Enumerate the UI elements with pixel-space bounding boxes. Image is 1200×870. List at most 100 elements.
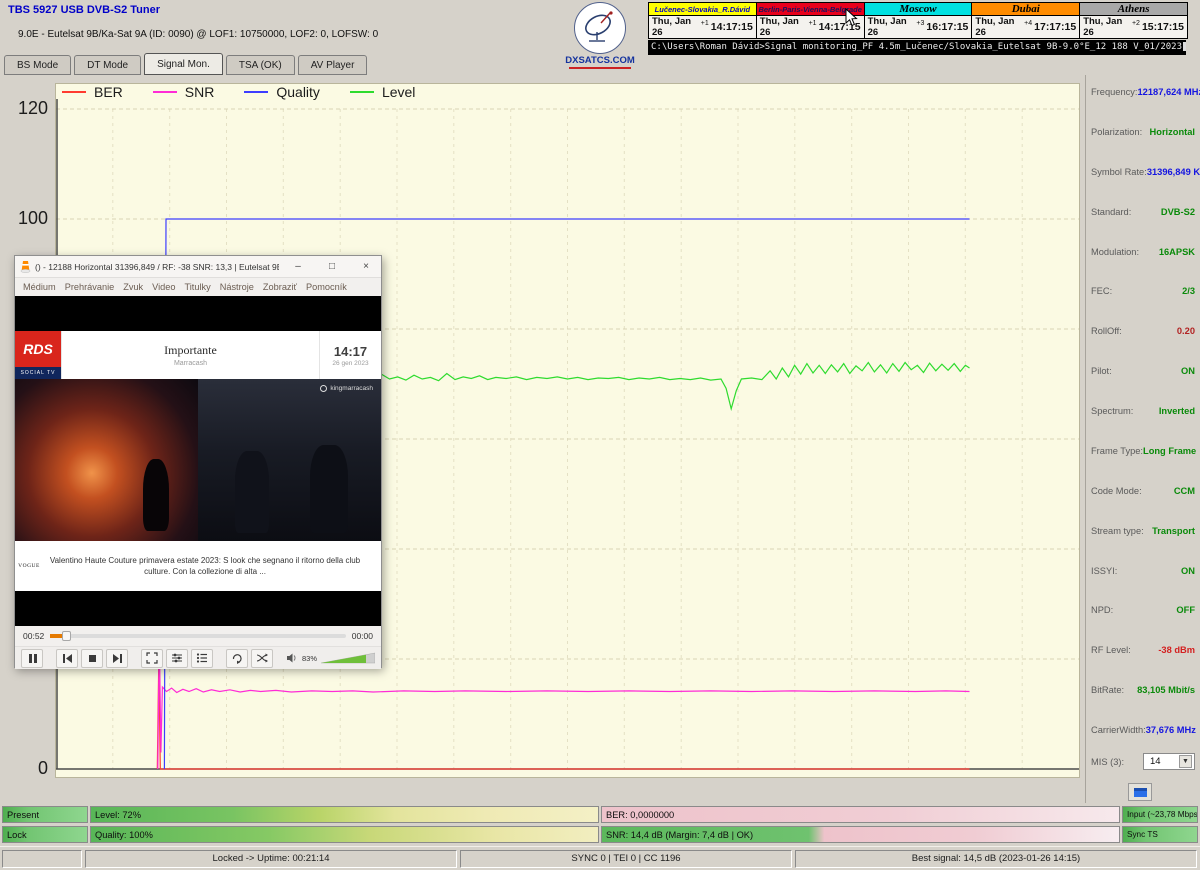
- quality-progressbar: Quality: 100%: [90, 826, 599, 843]
- best-signal-status: Best signal: 14,5 dB (2023-01-26 14:15): [795, 850, 1197, 868]
- param-fec: FEC:2/3: [1091, 286, 1195, 296]
- scene-figures: kingmarracash: [198, 379, 381, 541]
- tab-av-player[interactable]: AV Player: [298, 55, 368, 75]
- rds-logo-text: RDS: [15, 331, 61, 367]
- chart-legend: BER SNR Quality Level: [62, 84, 415, 100]
- terminal-strip[interactable]: C:\Users\Roman Dávid>Signal monitoring_P…: [648, 40, 1186, 55]
- vlc-titlebar[interactable]: () - 12188 Horizontal 31396,849 / RF: -3…: [15, 256, 381, 278]
- volume-control[interactable]: 83%: [286, 652, 375, 664]
- ber-line-swatch: [62, 91, 86, 93]
- tab-tsa[interactable]: TSA (OK): [226, 55, 295, 75]
- rds-logo-subtext: SOCIAL TV: [15, 367, 61, 379]
- param-rolloff: RollOff:0.20: [1091, 326, 1195, 336]
- clock-lucenec: Lučenec-Slovakia_R.Dávid Thu, Jan 26 +1 …: [649, 2, 757, 39]
- tv-subheadline: Marracash: [62, 360, 319, 367]
- tab-bs-mode[interactable]: BS Mode: [4, 55, 71, 75]
- volume-slider[interactable]: [321, 652, 375, 664]
- seek-progress: [50, 634, 62, 638]
- clock-time: 16:17:15: [926, 21, 968, 33]
- param-standard: Standard:DVB-S2: [1091, 207, 1195, 217]
- seek-row: 00:52 00:00: [15, 626, 381, 646]
- menu-help[interactable]: Pomocník: [306, 282, 347, 292]
- minimize-button[interactable]: –: [283, 256, 313, 277]
- tab-signal-mon[interactable]: Signal Mon.: [144, 53, 223, 75]
- level-line-swatch: [350, 91, 374, 93]
- legend-label: Quality: [276, 84, 320, 100]
- legend-item-snr: SNR: [153, 84, 215, 100]
- pause-button[interactable]: [21, 649, 43, 668]
- clock-time: 14:17:15: [711, 21, 753, 33]
- seek-slider[interactable]: [50, 634, 345, 638]
- status-row-2: Lock Quality: 100% SNR: 14,4 dB (Margin:…: [2, 826, 1198, 843]
- legend-label: SNR: [185, 84, 215, 100]
- quality-line-swatch: [244, 91, 268, 93]
- minimized-window-button[interactable]: [1128, 783, 1152, 801]
- chevron-down-icon[interactable]: ▼: [1179, 755, 1192, 768]
- clock-dubai: Dubai Thu, Jan 26 +4 17:17:15: [972, 2, 1080, 39]
- mode-tabs: BS Mode DT Mode Signal Mon. TSA (OK) AV …: [4, 53, 370, 75]
- menu-medium[interactable]: Médium: [23, 282, 56, 292]
- total-time: 00:00: [352, 631, 373, 641]
- legend-item-quality: Quality: [244, 84, 320, 100]
- fullscreen-button[interactable]: [141, 649, 163, 668]
- seek-handle[interactable]: [62, 631, 71, 641]
- clock-date: Thu, Jan 26: [975, 16, 1024, 38]
- vlc-window[interactable]: () - 12188 Horizontal 31396,849 / RF: -3…: [14, 255, 382, 668]
- mis-dropdown[interactable]: 14 ▼: [1143, 753, 1195, 770]
- param-stream-type: Stream type:Transport: [1091, 526, 1195, 536]
- news-ticker-band: VOGUE Valentino Haute Couture primavera …: [15, 541, 381, 591]
- menu-subtitles[interactable]: Titulky: [185, 282, 211, 292]
- clock-tz-offset: +2: [1132, 20, 1140, 27]
- snr-line-swatch: [153, 91, 177, 93]
- clock-date: Thu, Jan 26: [652, 16, 701, 38]
- vlc-window-title: () - 12188 Horizontal 31396,849 / RF: -3…: [35, 262, 279, 272]
- menu-view[interactable]: Zobraziť: [263, 282, 297, 292]
- loop-button[interactable]: [226, 649, 248, 668]
- clock-city-label: Moscow: [865, 3, 972, 16]
- y-axis-tick-label: 120: [2, 97, 48, 119]
- sync-ts-indicator: Sync TS: [1122, 826, 1198, 843]
- previous-button[interactable]: [56, 649, 78, 668]
- playlist-button[interactable]: [191, 649, 213, 668]
- random-button[interactable]: [251, 649, 273, 668]
- menu-playback[interactable]: Prehrávanie: [65, 282, 115, 292]
- param-npd: NPD:OFF: [1091, 605, 1195, 615]
- volume-percentage: 83%: [302, 654, 317, 663]
- ticker-text: Valentino Haute Couture primavera estate…: [43, 555, 381, 577]
- extended-settings-button[interactable]: [166, 649, 188, 668]
- param-carrier-width: CarrierWidth:37,676 MHz: [1091, 725, 1195, 735]
- tv-header-band: RDS SOCIAL TV Importante Marracash 14:17…: [15, 331, 381, 379]
- video-scenes: kingmarracash: [15, 379, 381, 541]
- param-issyi: ISSYI:ON: [1091, 566, 1195, 576]
- video-area[interactable]: RDS SOCIAL TV Importante Marracash 14:17…: [15, 296, 381, 626]
- close-button[interactable]: ×: [351, 256, 381, 277]
- terminal-cursor: [1183, 42, 1186, 51]
- terminal-command: Signal monitoring_PF 4.5m_Lučenec/Slovak…: [765, 42, 1182, 52]
- param-spectrum: Spectrum:Inverted: [1091, 406, 1195, 416]
- menu-audio[interactable]: Zvuk: [123, 282, 143, 292]
- param-modulation: Modulation:16APSK: [1091, 247, 1195, 257]
- stop-button[interactable]: [81, 649, 103, 668]
- status-row-1: Present Level: 72% BER: 0,0000000 Input …: [2, 806, 1198, 823]
- mis-label: MIS (3):: [1091, 757, 1124, 767]
- menu-video[interactable]: Video: [152, 282, 175, 292]
- satellite-dish-icon: [574, 2, 626, 54]
- clock-time: 17:17:15: [1034, 21, 1076, 33]
- next-button[interactable]: [106, 649, 128, 668]
- instagram-watermark: kingmarracash: [320, 385, 373, 392]
- param-pilot: Pilot:ON: [1091, 366, 1195, 376]
- tv-clock-date: 26 gen 2023: [320, 360, 381, 367]
- mouse-cursor: [845, 8, 858, 27]
- world-clocks: Lučenec-Slovakia_R.Dávid Thu, Jan 26 +1 …: [648, 2, 1188, 39]
- param-frame-type: Frame Type:Long Frame: [1091, 446, 1195, 456]
- clock-city-label: Dubai: [972, 3, 1079, 16]
- clock-moscow: Moscow Thu, Jan 26 +3 16:17:15: [865, 2, 973, 39]
- menu-tools[interactable]: Nástroje: [220, 282, 254, 292]
- clock-city-label: Lučenec-Slovakia_R.Dávid: [649, 3, 756, 16]
- uptime-status: Locked -> Uptime: 00:21:14: [85, 850, 457, 868]
- tab-dt-mode[interactable]: DT Mode: [74, 55, 141, 75]
- y-axis-tick-label: 100: [2, 207, 48, 229]
- mis-row: MIS (3): 14 ▼: [1091, 753, 1195, 770]
- maximize-button[interactable]: □: [317, 256, 347, 277]
- present-indicator: Present: [2, 806, 88, 823]
